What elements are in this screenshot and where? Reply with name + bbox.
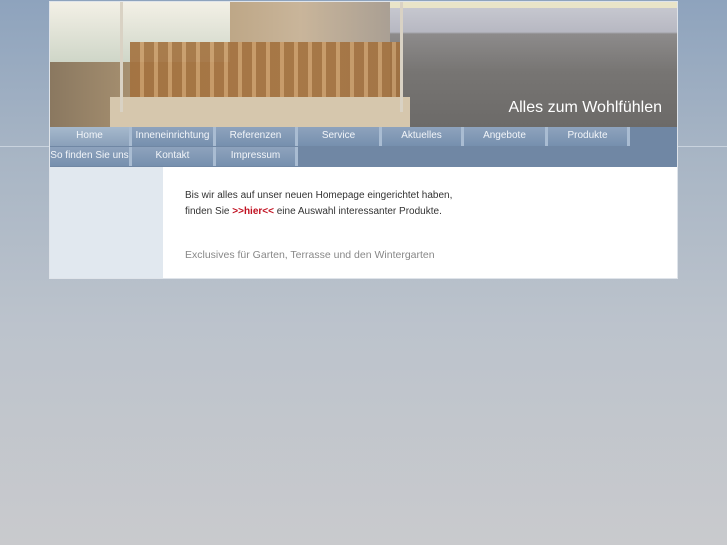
nav-referenzen[interactable]: Referenzen — [216, 127, 298, 146]
nav-service[interactable]: Service — [298, 127, 382, 146]
tagline: Alles zum Wohlfühlen — [508, 99, 662, 116]
nav-row-2: So finden Sie uns Kontakt Impressum — [50, 147, 677, 167]
nav-produkte[interactable]: Produkte — [548, 127, 630, 146]
nav-aktuelles[interactable]: Aktuelles — [382, 127, 464, 146]
swing-seat — [110, 97, 410, 127]
intro-line-1: Bis wir alles auf unser neuen Homepage e… — [185, 190, 453, 201]
nav-inneneinrichtung[interactable]: Inneneinrichtung — [132, 127, 216, 146]
nav-angebote[interactable]: Angebote — [464, 127, 548, 146]
swing-chain — [400, 2, 403, 112]
swing-chain — [120, 2, 123, 112]
intro-line-2-post: eine Auswahl interessanter Produkte. — [276, 206, 442, 217]
subtitle: Exclusives für Garten, Terrasse und den … — [185, 249, 435, 261]
left-column — [50, 167, 163, 278]
intro-line-2-pre: finden Sie — [185, 206, 230, 217]
page-container: Alles zum Wohlfühlen Home Inneneinrichtu… — [49, 1, 678, 279]
nav-row-1: Home Inneneinrichtung Referenzen Service… — [50, 127, 677, 147]
nav-home[interactable]: Home — [50, 127, 132, 146]
header-banner: Alles zum Wohlfühlen — [50, 2, 677, 127]
nav-so-finden-sie-uns[interactable]: So finden Sie uns — [50, 147, 132, 166]
intro-text: Bis wir alles auf unser neuen Homepage e… — [185, 188, 452, 220]
nav-kontakt[interactable]: Kontakt — [132, 147, 216, 166]
nav-impressum[interactable]: Impressum — [216, 147, 298, 166]
hier-link[interactable]: >>hier<< — [232, 206, 274, 217]
